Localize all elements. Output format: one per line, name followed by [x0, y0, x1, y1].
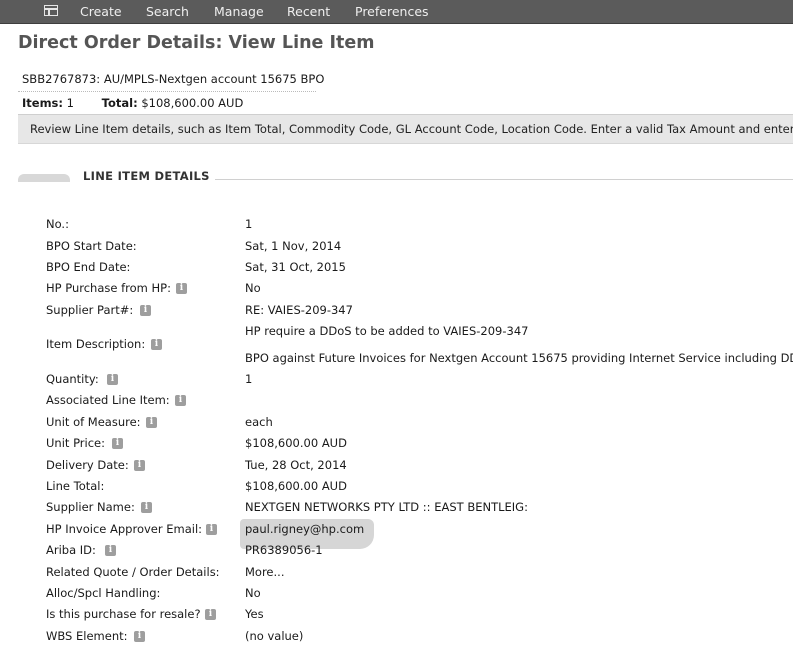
- value-line-total: $108,600.00 AUD: [245, 479, 347, 493]
- label-ariba-id: Ariba ID:: [46, 543, 96, 557]
- value-bpo-end-date: Sat, 31 Oct, 2015: [245, 260, 346, 274]
- label-bpo-start-date: BPO Start Date:: [46, 239, 137, 253]
- label-alloc-handling: Alloc/Spcl Handling:: [46, 586, 161, 600]
- label-wbs-element: WBS Element:: [46, 629, 128, 643]
- section-title: LINE ITEM DETAILS: [83, 169, 210, 183]
- top-nav-bar: Create Search Manage Recent Preferences: [0, 0, 793, 24]
- label-quantity: Quantity:: [46, 372, 99, 386]
- label-hp-purchase: HP Purchase from HP:: [46, 281, 171, 295]
- label-line-total: Line Total:: [46, 479, 105, 493]
- value-alloc-handling: No: [245, 586, 261, 600]
- total-value: $108,600.00 AUD: [141, 96, 244, 110]
- instructions-text: Review Line Item details, such as Item T…: [30, 122, 793, 136]
- value-ariba-id: PR6389056-1: [245, 543, 323, 557]
- label-supplier-part: Supplier Part#:: [46, 303, 134, 317]
- home-icon[interactable]: [44, 5, 58, 16]
- label-no: No.:: [46, 217, 69, 231]
- value-supplier-name: NEXTGEN NETWORKS PTY LTD :: EAST BENTLEI…: [245, 500, 528, 514]
- label-delivery-date: Delivery Date:: [46, 458, 129, 472]
- info-icon[interactable]: i: [175, 395, 186, 406]
- nav-manage[interactable]: Manage: [214, 4, 264, 19]
- label-unit-price: Unit Price:: [46, 436, 105, 450]
- value-delivery-date: Tue, 28 Oct, 2014: [245, 458, 347, 472]
- more-link[interactable]: More...: [245, 565, 284, 579]
- order-reference: SBB2767873: AU/MPLS-Nextgen account 1567…: [22, 72, 325, 86]
- info-icon[interactable]: i: [112, 438, 123, 449]
- value-no: 1: [245, 217, 253, 231]
- info-icon[interactable]: i: [151, 339, 162, 350]
- label-resale: Is this purchase for resale?: [46, 607, 201, 621]
- label-unit-of-measure: Unit of Measure:: [46, 415, 141, 429]
- value-item-description-line1: HP require a DDoS to be added to VAIES-2…: [245, 324, 529, 338]
- info-icon[interactable]: i: [141, 502, 152, 513]
- label-approver-email: HP Invoice Approver Email:: [46, 522, 203, 536]
- nav-preferences[interactable]: Preferences: [355, 4, 429, 19]
- label-bpo-end-date: BPO End Date:: [46, 260, 131, 274]
- info-icon[interactable]: i: [105, 545, 116, 556]
- info-icon[interactable]: i: [206, 524, 217, 535]
- label-related-quote: Related Quote / Order Details:: [46, 565, 220, 579]
- info-icon[interactable]: i: [146, 417, 157, 428]
- nav-create[interactable]: Create: [80, 4, 122, 19]
- info-icon[interactable]: i: [176, 283, 187, 294]
- nav-search[interactable]: Search: [146, 4, 189, 19]
- info-icon[interactable]: i: [107, 374, 118, 385]
- value-bpo-start-date: Sat, 1 Nov, 2014: [245, 239, 342, 253]
- info-icon[interactable]: i: [140, 305, 151, 316]
- total-label: Total:: [101, 96, 138, 110]
- label-associated-line-item: Associated Line Item:: [46, 393, 170, 407]
- items-label: Items:: [22, 96, 64, 110]
- nav-recent[interactable]: Recent: [287, 4, 330, 19]
- value-quantity: 1: [245, 372, 253, 386]
- label-item-description: Item Description:: [46, 337, 146, 351]
- label-supplier-name: Supplier Name:: [46, 500, 135, 514]
- section-tab: [18, 174, 70, 182]
- divider: [18, 91, 316, 92]
- info-icon[interactable]: i: [205, 609, 216, 620]
- value-hp-purchase: No: [245, 281, 261, 295]
- value-resale: Yes: [245, 607, 264, 621]
- value-unit-price: $108,600.00 AUD: [245, 436, 347, 450]
- section-divider: [215, 179, 793, 180]
- value-supplier-part: RE: VAIES-209-347: [245, 303, 353, 317]
- order-summary: Items: 1 Total: $108,600.00 AUD: [22, 96, 243, 110]
- value-item-description-line2: BPO against Future Invoices for Nextgen …: [245, 351, 793, 365]
- items-count: 1: [66, 96, 74, 110]
- value-approver-email: paul.rigney@hp.com: [245, 522, 365, 536]
- value-unit-of-measure: each: [245, 415, 273, 429]
- page-title: Direct Order Details: View Line Item: [18, 33, 375, 53]
- value-wbs-element: (no value): [245, 629, 304, 643]
- info-icon[interactable]: i: [134, 460, 145, 471]
- instructions-bar: Review Line Item details, such as Item T…: [18, 114, 793, 144]
- info-icon[interactable]: i: [134, 631, 145, 642]
